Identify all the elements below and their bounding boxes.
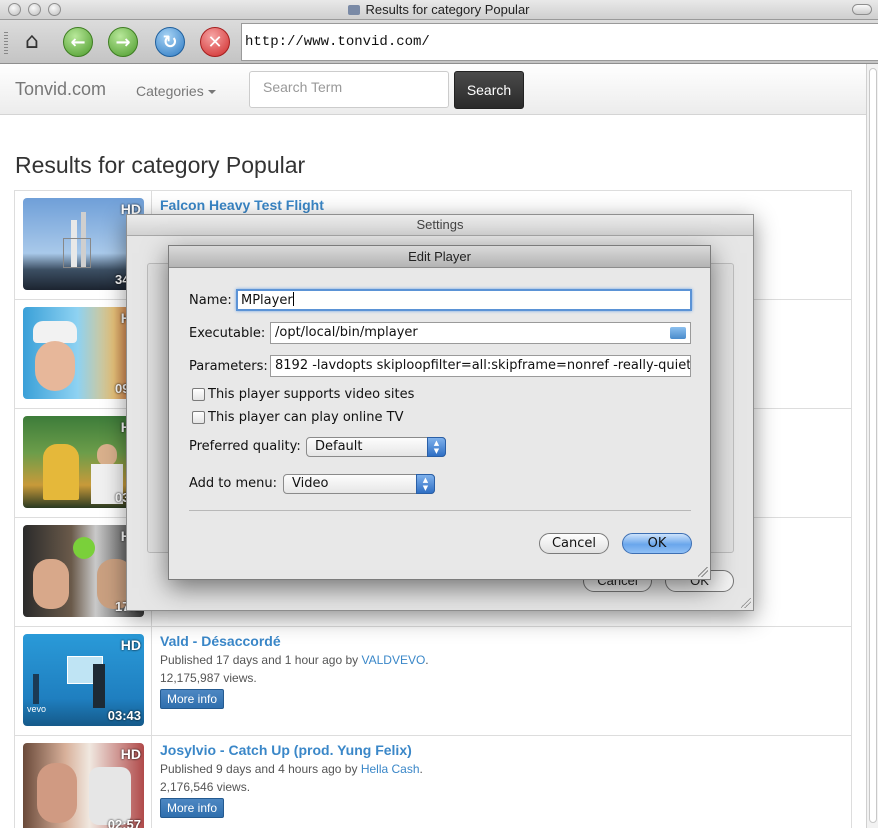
view-count: 12,175,987 views. [160,671,257,685]
ok-button[interactable]: OK [622,533,692,554]
edit-player-dialog: Edit Player Name: MPlayer Executable: /o… [168,245,711,580]
back-arrow-icon[interactable]: ← [63,27,93,57]
thumbnail-cell: vevo HD 03:43 [15,627,152,736]
resize-grip-icon[interactable] [698,567,708,577]
app-icon [348,5,361,15]
search-button[interactable]: Search [454,71,524,109]
preferred-quality-select[interactable]: Default ▲ ▼ [306,437,446,457]
scrollbar-thumb[interactable] [869,68,877,823]
published-info: Published 9 days and 4 hours ago by Hell… [160,762,423,776]
parameters-input[interactable]: 8192 -lavdopts skiploopfilter=all:skipfr… [270,355,691,377]
published-info: Published 17 days and 1 hour ago by VALD… [160,653,429,667]
caret-down-icon [207,90,216,94]
search-input[interactable]: Search Term [249,71,449,108]
video-thumbnail[interactable]: HD 02:57 [23,743,144,828]
add-to-menu-label: Add to menu: [189,476,278,491]
video-title-link[interactable]: Falcon Heavy Test Flight [160,197,324,213]
settings-dialog-title: Settings [127,215,753,236]
result-info: Falcon Heavy Test Flight [160,197,324,213]
toolbar-toggle-button[interactable] [852,4,872,15]
window-titlebar: Results for category Popular [0,0,878,20]
name-label: Name: [189,293,232,308]
video-sites-checkbox[interactable] [192,388,205,401]
video-title-link[interactable]: Josylvio - Catch Up (prod. Yung Felix) [160,742,423,758]
author-link[interactable]: Hella Cash [361,762,420,776]
dialog-separator [189,510,691,511]
online-tv-label: This player can play online TV [208,410,404,425]
name-input[interactable]: MPlayer [236,289,692,311]
hd-badge: HD [120,637,141,653]
duration-label: 02:57 [107,817,141,828]
view-count: 2,176,546 views. [160,780,251,794]
executable-label: Executable: [189,326,266,341]
duration-label: 03:43 [107,708,141,723]
table-row: vevo HD 03:43 Vald - Désaccordé Publishe… [14,627,852,736]
vevo-logo: vevo [27,704,47,714]
table-row: HD 02:57 Josylvio - Catch Up (prod. Yung… [14,736,852,828]
text-cursor [292,292,294,306]
folder-icon[interactable] [670,327,686,339]
categories-dropdown[interactable]: Categories [136,83,216,99]
url-input[interactable]: http://www.tonvid.com/ [241,23,878,61]
executable-input[interactable]: /opt/local/bin/mplayer [270,322,691,344]
toolbar-grip-icon [4,32,8,54]
more-info-button[interactable]: More info [160,798,225,818]
browser-toolbar: ⌂ ← → ↻ ✕ http://www.tonvid.com/ [0,20,878,64]
result-info: Josylvio - Catch Up (prod. Yung Felix) P… [160,742,423,818]
window-title: Results for category Popular [0,2,878,17]
forward-arrow-icon[interactable]: → [108,27,138,57]
page-title: Results for category Popular [15,152,306,178]
page-scrollbar[interactable] [866,64,878,828]
add-to-menu-select[interactable]: Video ▲ ▼ [283,474,435,494]
home-icon[interactable]: ⌂ [18,29,46,55]
site-navbar: Tonvid.com Categories Search Term Search [0,64,866,115]
reload-icon[interactable]: ↻ [155,27,185,57]
edit-player-title: Edit Player [169,246,710,268]
stop-icon[interactable]: ✕ [200,27,230,57]
resize-grip-icon[interactable] [741,598,751,608]
popup-arrows-icon: ▲ ▼ [416,474,435,494]
video-title-link[interactable]: Vald - Désaccordé [160,633,429,649]
popup-arrows-icon: ▲ ▼ [427,437,446,457]
hd-badge: HD [120,746,141,762]
video-sites-label: This player supports video sites [208,387,415,402]
cancel-button[interactable]: Cancel [539,533,609,554]
online-tv-checkbox[interactable] [192,411,205,424]
video-thumbnail[interactable]: vevo HD 03:43 [23,634,144,726]
parameters-label: Parameters: [189,359,268,374]
author-link[interactable]: VALDVEVO [361,653,425,667]
preferred-quality-label: Preferred quality: [189,439,301,454]
thumbnail-cell: HD 02:57 [15,736,152,828]
site-brand[interactable]: Tonvid.com [15,79,106,100]
more-info-button[interactable]: More info [160,689,225,709]
result-info: Vald - Désaccordé Published 17 days and … [160,633,429,709]
